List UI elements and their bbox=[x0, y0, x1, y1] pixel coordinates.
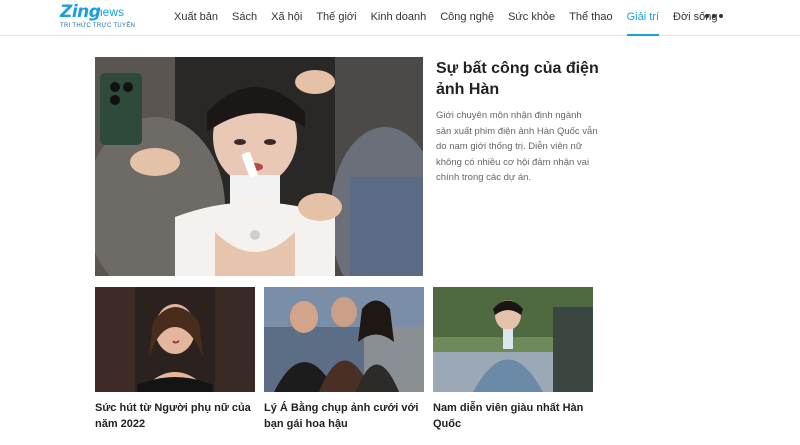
nav-item-the-thao[interactable]: Thể thao bbox=[569, 0, 612, 36]
article-card-image[interactable] bbox=[95, 287, 255, 392]
article-card[interactable]: Nam diễn viên giàu nhất Hàn Quốc bbox=[433, 287, 593, 432]
nav-item-giai-tri[interactable]: Giải trí bbox=[626, 0, 660, 36]
article-card-image[interactable] bbox=[264, 287, 424, 392]
nav-item-the-gioi[interactable]: Thế giới bbox=[316, 0, 356, 36]
nav-item-cong-nghe[interactable]: Công nghệ bbox=[440, 0, 494, 36]
more-horizontal-icon[interactable] bbox=[705, 10, 723, 22]
logo-wordmark: Zing bbox=[60, 2, 101, 22]
featured-article-description: Giới chuyên môn nhận định ngành sản xuất… bbox=[436, 110, 598, 183]
logo-news-label: news bbox=[96, 5, 125, 19]
article-card-title[interactable]: Nam diễn viên giàu nhất Hàn Quốc bbox=[433, 400, 593, 432]
nav-item-sach[interactable]: Sách bbox=[232, 0, 257, 36]
featured-article-image[interactable] bbox=[95, 57, 423, 276]
article-card[interactable]: Lý Á Bằng chụp ảnh cưới với bạn gái hoa … bbox=[264, 287, 424, 432]
article-card-image[interactable] bbox=[433, 287, 593, 392]
nav-item-xa-hoi[interactable]: Xã hội bbox=[271, 0, 302, 36]
featured-article-title[interactable]: Sự bất công của điện ảnh Hàn bbox=[436, 58, 606, 100]
nav-item-suc-khoe[interactable]: Sức khỏe bbox=[508, 0, 555, 36]
site-header: Zing news TRI THỨC TRỰC TUYẾN Xuất bản S… bbox=[0, 0, 800, 36]
article-card-title[interactable]: Sức hút từ Người phụ nữ của năm 2022 bbox=[95, 400, 255, 432]
site-logo[interactable]: Zing news TRI THỨC TRỰC TUYẾN bbox=[60, 2, 140, 32]
article-card-title[interactable]: Lý Á Bằng chụp ảnh cưới với bạn gái hoa … bbox=[264, 400, 424, 432]
main-nav: Xuất bản Sách Xã hội Thế giới Kinh doanh… bbox=[174, 0, 732, 36]
article-card[interactable]: Sức hút từ Người phụ nữ của năm 2022 bbox=[95, 287, 255, 432]
nav-item-kinh-doanh[interactable]: Kinh doanh bbox=[371, 0, 427, 36]
logo-tagline: TRI THỨC TRỰC TUYẾN bbox=[60, 23, 136, 29]
nav-item-xuat-ban[interactable]: Xuất bản bbox=[174, 0, 218, 36]
